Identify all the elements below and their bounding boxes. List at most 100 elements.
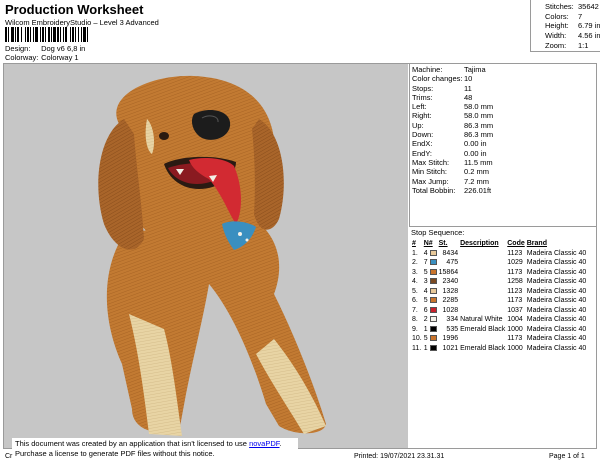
novapdf-link[interactable]: novaPDF (249, 439, 279, 448)
stitch-count: 1028 (442, 306, 459, 314)
stitch-count: 535 (446, 325, 459, 333)
detail-value: Tajima (464, 65, 486, 74)
row-index: 9. (412, 325, 418, 333)
table-row: 6. 5 2285 1173 Madeira Classic 40 (411, 296, 587, 306)
stat-row: Width: 4.56 in (545, 31, 600, 41)
color-swatch-cell (429, 306, 438, 316)
detail-row: Trims: 48 (412, 93, 597, 102)
stat-row: Stitches: 35642 (545, 2, 600, 12)
detail-value: 0.00 in (464, 139, 487, 149)
detail-row: Max Stitch: 11.5 mm (412, 158, 597, 167)
thread-description (459, 287, 506, 297)
color-swatch-cell (429, 277, 438, 287)
stitch-count: 475 (446, 259, 459, 266)
thread-description (459, 306, 506, 316)
printed-timestamp: Printed: 19/07/2021 23.31.31 (354, 453, 445, 460)
thread-description (459, 258, 506, 268)
notice-line1-end: . (279, 439, 282, 448)
detail-value: 10 (464, 74, 473, 84)
thread-code: 1004 (507, 316, 523, 323)
thread-code: 1029 (507, 259, 523, 266)
color-swatch (429, 325, 437, 332)
detail-label: Right: (412, 111, 432, 121)
row-index: 5. (412, 287, 418, 295)
row-index: 4. (412, 278, 418, 285)
thread-code: 1173 (507, 297, 523, 304)
table-row: 9. 1 535 Emerald Black 1000 Madeira Classic 4… (411, 325, 587, 335)
thread-description: Emerald Black (460, 344, 506, 352)
thread-brand: Madeira Classic 40 (526, 297, 587, 304)
color-swatch (429, 297, 437, 304)
colorway-value: Colorway 1 (41, 53, 79, 62)
thread-description (459, 268, 506, 278)
color-swatch (429, 316, 437, 323)
detail-row: Machine: Tajima (412, 65, 597, 74)
thread-description (459, 334, 506, 344)
stitch-count: 1328 (442, 287, 459, 295)
detail-label: Min Stitch: (412, 167, 448, 177)
table-row: 11. 1 1021 Emerald Black 1000 Madeira Classic… (411, 344, 587, 354)
stat-row: Colors: 7 (545, 12, 600, 22)
color-swatch (429, 268, 437, 275)
color-swatch-cell (429, 334, 438, 344)
machine-details: Machine: Tajima Color changes: 10 Stops: 11 Tr… (409, 64, 597, 227)
stat-value: 4.56 in (578, 31, 600, 41)
thread-code: 1173 (507, 268, 523, 276)
detail-label: EndY: (412, 148, 433, 158)
thread-code: 1173 (507, 335, 523, 342)
stop-sequence: Stop Sequence: # N# St. Description Code Bran… (409, 227, 597, 353)
stat-label: Stitches: (545, 2, 574, 11)
stop-sequence-title: Stop Sequence: (411, 228, 465, 237)
color-swatch-cell (429, 325, 438, 335)
color-swatch-cell (429, 258, 438, 268)
page-title: Production Worksheet (5, 2, 144, 17)
color-swatch (429, 249, 437, 256)
thread-code: 1123 (507, 287, 523, 295)
dog-embroidery-image (98, 75, 326, 436)
detail-label: EndX: (412, 139, 433, 149)
thread-brand: Madeira Classic 40 (526, 268, 587, 276)
detail-row: Up: 86.3 mm (412, 121, 597, 130)
table-row: 2. 7 475 1029 Madeira Classic 40 (411, 258, 587, 268)
stitch-count: 334 (446, 316, 459, 323)
detail-value: 86.3 mm (464, 130, 494, 140)
row-index: 11. (412, 344, 422, 352)
color-swatch-cell (429, 287, 438, 297)
stop-sequence-table: # N# St. Description Code Brand 1. 4 8434 1123 Ma… (411, 239, 587, 353)
thread-description: Natural White (460, 316, 503, 323)
thread-description (459, 277, 506, 287)
detail-value: 7.2 mm (464, 176, 490, 186)
thread-brand: Madeira Classic 40 (526, 259, 587, 266)
detail-row: Stops: 11 (412, 84, 597, 93)
thread-brand: Madeira Classic 40 (526, 249, 587, 257)
notice-line1: This document was created by an applicat… (15, 439, 247, 448)
table-row: 10. 5 1996 1173 Madeira Classic 40 (411, 334, 587, 344)
stat-value: 1:1 (578, 40, 589, 50)
row-index: 8. (412, 316, 418, 323)
thread-code: 1000 (507, 344, 523, 352)
design-name-row: Design: Dog v6 6,8 in (5, 44, 85, 53)
detail-value: 11 (464, 83, 472, 93)
color-swatch-cell (429, 315, 438, 325)
thread-code: 1258 (507, 278, 523, 285)
thread-brand: Madeira Classic 40 (526, 306, 587, 314)
detail-label: Max Stitch: (412, 157, 450, 167)
detail-label: Machine: (412, 65, 443, 74)
row-index: 10. (412, 335, 422, 342)
detail-row: EndX: 0.00 in (412, 139, 597, 148)
detail-row: Max Jump: 7.2 mm (412, 177, 597, 186)
stitch-count: 1996 (442, 335, 459, 342)
page-number: Page 1 of 1 (549, 453, 585, 460)
stat-label: Height: (545, 21, 569, 31)
thread-description (459, 249, 506, 259)
color-swatch (429, 306, 437, 313)
color-swatch (429, 259, 437, 266)
stat-value: 35642 (578, 2, 599, 11)
row-index: 1. (412, 249, 418, 257)
thread-brand: Madeira Classic 40 (526, 316, 587, 323)
detail-label: Down: (412, 130, 434, 140)
thread-description (459, 296, 506, 306)
stitch-count: 8434 (442, 249, 459, 257)
row-index: 6. (412, 297, 418, 304)
stitch-count: 2340 (442, 278, 459, 285)
